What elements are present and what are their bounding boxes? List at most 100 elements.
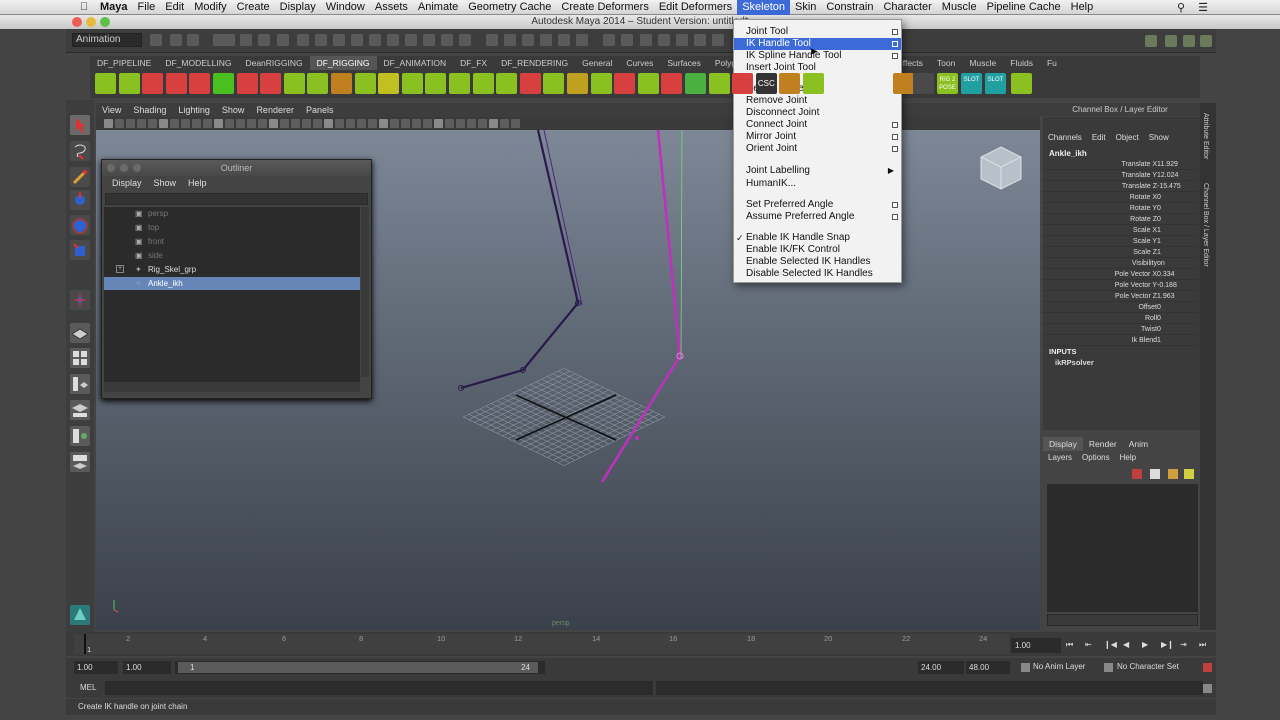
step-forward-frame-icon[interactable]: ▶❙: [1161, 640, 1174, 649]
viewport-toolbar-icon[interactable]: [379, 119, 388, 128]
layer-menu-layers[interactable]: Layers: [1043, 451, 1077, 465]
status-line-button-icon[interactable]: [712, 34, 724, 46]
viewcube[interactable]: [980, 146, 1022, 190]
channel-ik-blend[interactable]: Ik Blend 1: [1043, 335, 1197, 346]
layer-tab-anim[interactable]: Anim: [1123, 437, 1154, 451]
channel-box-menu-channels[interactable]: Channels: [1043, 131, 1087, 144]
channel-twist[interactable]: Twist 0: [1043, 324, 1197, 335]
shelf-tab-df-fx[interactable]: DF_FX: [453, 56, 494, 70]
channel-box-object-name[interactable]: Ankle_ikh: [1049, 149, 1087, 158]
status-line-button-icon[interactable]: [223, 34, 235, 46]
viewport-toolbar-icon[interactable]: [159, 119, 168, 128]
shelf-tab-df-rigging[interactable]: DF_RIGGING: [309, 56, 377, 70]
viewport-menu-show[interactable]: Show: [216, 103, 251, 117]
shelf-tool-icon[interactable]: [354, 73, 376, 94]
status-line-button-icon[interactable]: [351, 34, 363, 46]
character-set-dropdown[interactable]: No Character Set: [1117, 662, 1179, 671]
play-forward-icon[interactable]: ▶: [1142, 640, 1148, 649]
ik-chain[interactable]: [600, 129, 682, 483]
status-line-button-icon[interactable]: [258, 34, 270, 46]
menu-item-joint-labelling[interactable]: Joint Labelling ▶: [734, 165, 901, 177]
input-node-ikrpsolver[interactable]: ikRPsolver: [1055, 358, 1094, 367]
shelf-tool-icon[interactable]: [803, 73, 824, 94]
menu-edit[interactable]: Edit: [160, 0, 189, 15]
lasso-tool-icon[interactable]: [70, 141, 90, 161]
menu-pipeline-cache[interactable]: Pipeline Cache: [982, 0, 1066, 15]
step-forward-key-icon[interactable]: ⇥: [1180, 640, 1187, 649]
menu-character[interactable]: Character: [878, 0, 936, 15]
rotate-tool-icon[interactable]: [70, 215, 90, 235]
option-box-icon[interactable]: [892, 202, 898, 208]
channel-value[interactable]: 0: [1157, 203, 1161, 214]
status-line-button-icon[interactable]: [459, 34, 471, 46]
status-line-button-icon[interactable]: [150, 34, 162, 46]
menu-set-dropdown[interactable]: Animation: [72, 33, 142, 47]
channel-roll[interactable]: Roll 0: [1043, 313, 1197, 324]
option-box-icon[interactable]: [892, 29, 898, 35]
status-line-button-icon[interactable]: [187, 34, 199, 46]
outliner-item-top[interactable]: ▣ top: [104, 221, 360, 234]
menu-item-disconnect-joint[interactable]: Disconnect Joint: [734, 107, 901, 119]
option-box-icon[interactable]: [892, 134, 898, 140]
csc-shelf-icon[interactable]: CSC: [755, 73, 777, 94]
viewport-menu-renderer[interactable]: Renderer: [250, 103, 300, 117]
shelf-tool-icon[interactable]: [236, 73, 258, 94]
panel-toggle-icon[interactable]: [1200, 35, 1212, 47]
four-pane-layout-icon[interactable]: [70, 348, 90, 368]
outliner-menu-help[interactable]: Help: [182, 176, 213, 190]
viewport-toolbar-icon[interactable]: [148, 119, 157, 128]
shelf-tab-df-pipeline[interactable]: DF_PIPELINE: [90, 56, 158, 70]
shelf-tool-icon[interactable]: [189, 73, 211, 94]
outliner-item-rig-skel-grp[interactable]: ✦ + Rig_Skel_grp: [104, 263, 360, 276]
select-tool-icon[interactable]: [70, 115, 90, 135]
outliner-minimize-icon[interactable]: [120, 164, 128, 172]
shelf-tool-icon[interactable]: [496, 73, 518, 94]
render-icon[interactable]: [913, 73, 934, 94]
menu-app[interactable]: Maya: [95, 0, 133, 15]
minimize-icon[interactable]: [86, 17, 96, 27]
ik-handle-end[interactable]: [635, 436, 639, 440]
playback-start-field[interactable]: 1.00: [123, 661, 171, 674]
shelf-tool-icon[interactable]: [732, 73, 754, 94]
layer-tab-display[interactable]: Display: [1043, 437, 1083, 451]
layer-menu-options[interactable]: Options: [1077, 451, 1115, 465]
command-input[interactable]: [105, 681, 653, 695]
shelf-tool-icon[interactable]: [307, 73, 329, 94]
viewport-toolbar-icon[interactable]: [258, 119, 267, 128]
status-line-button-icon[interactable]: [576, 34, 588, 46]
option-box-icon[interactable]: [892, 146, 898, 152]
viewport-toolbar-icon[interactable]: [170, 119, 179, 128]
channel-value[interactable]: 1: [1157, 225, 1161, 236]
shelf-tab-toon[interactable]: Toon: [930, 56, 962, 70]
menu-display[interactable]: Display: [275, 0, 321, 15]
outliner-vertical-scrollbar[interactable]: [361, 207, 369, 377]
status-line-button-icon[interactable]: [315, 34, 327, 46]
list-icon[interactable]: ☰: [1198, 1, 1208, 14]
skeleton-chain-original[interactable]: [460, 129, 580, 390]
manipulator-tool-icon[interactable]: [70, 290, 90, 310]
menu-skeleton[interactable]: Skeleton: [737, 0, 790, 15]
status-line-button-icon[interactable]: [369, 34, 381, 46]
shelf-tool-icon[interactable]: [519, 73, 541, 94]
viewport-toolbar-icon[interactable]: [247, 119, 256, 128]
viewport-toolbar-icon[interactable]: [335, 119, 344, 128]
menu-help[interactable]: Help: [1066, 0, 1099, 15]
outliner-item-ankle-ikh[interactable]: ✧ Ankle_ikh: [104, 277, 360, 290]
menu-item-set-preferred-angle[interactable]: Set Preferred Angle: [734, 199, 901, 211]
viewport-toolbar-icon[interactable]: [357, 119, 366, 128]
outliner-item-side[interactable]: ▣ side: [104, 249, 360, 262]
shelf-tool-icon[interactable]: [378, 73, 400, 94]
channel-pole-vector-y[interactable]: Pole Vector Y -0.188: [1043, 280, 1197, 291]
viewport-toolbar-icon[interactable]: [137, 119, 146, 128]
channel-box-menu-object[interactable]: Object: [1111, 131, 1144, 144]
shelf-tab-muscle[interactable]: Muscle: [962, 56, 1003, 70]
shelf-tool-icon[interactable]: [331, 73, 352, 94]
shelf-tool-icon[interactable]: [118, 73, 140, 94]
status-line-button-icon[interactable]: [621, 34, 633, 46]
shelf-tab-general[interactable]: General: [575, 56, 619, 70]
viewport-toolbar-icon[interactable]: [203, 119, 212, 128]
viewport-toolbar-icon[interactable]: [390, 119, 399, 128]
close-icon[interactable]: [72, 17, 82, 27]
status-line-button-icon[interactable]: [540, 34, 552, 46]
status-line-button-icon[interactable]: [297, 34, 309, 46]
